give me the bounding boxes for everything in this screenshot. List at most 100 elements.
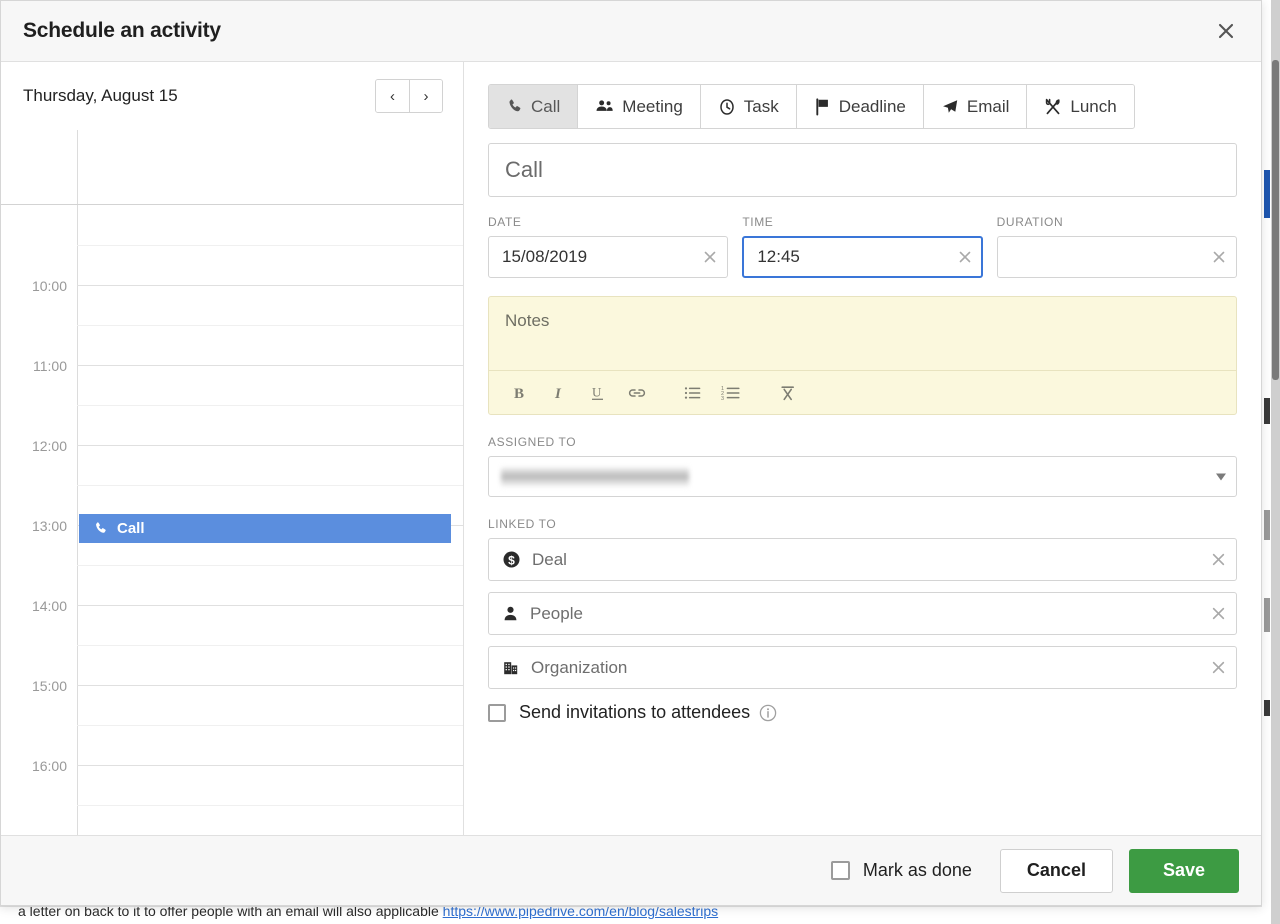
organization-icon [502,659,520,677]
tab-call[interactable]: Call [489,85,578,128]
linked-to-people-row[interactable]: People [488,592,1237,635]
schedule-activity-modal: Schedule an activity Thursday, August 15… [0,0,1262,906]
clear-icon[interactable] [1209,659,1227,677]
calendar-hour-label: 16:00 [1,758,67,774]
calendar-pane: Thursday, August 15 ‹ › [1,62,464,835]
edge-highlight-blue [1264,170,1270,218]
tab-task[interactable]: Task [701,85,797,128]
linked-to-people-placeholder: People [530,604,583,624]
assigned-to-select[interactable] [488,456,1237,497]
clear-icon[interactable] [701,248,719,266]
linked-to-organization-row[interactable]: Organization [488,646,1237,689]
info-icon[interactable] [759,704,777,722]
page-root: a letter on back to it to offer people w… [0,0,1280,924]
mark-as-done-row: Mark as done [818,860,972,881]
clear-format-icon[interactable] [771,378,805,408]
calendar-hour-label: 15:00 [1,678,67,694]
date-label: DATE [488,215,728,229]
phone-icon [93,521,108,536]
calendar-allday-row[interactable] [1,130,463,205]
duration-input[interactable] [997,236,1237,278]
cancel-button[interactable]: Cancel [1000,849,1113,893]
clear-icon[interactable] [1209,605,1227,623]
notes-placeholder[interactable]: Notes [489,297,1236,370]
bold-icon[interactable]: B [503,378,537,408]
svg-text:B: B [514,386,524,402]
edge-mark-4 [1264,700,1270,716]
svg-text:$: $ [508,553,515,567]
close-icon[interactable] [1211,16,1241,46]
tab-label: Meeting [622,97,682,117]
page-right-edge [1262,0,1280,924]
date-input[interactable] [488,236,728,278]
tab-label: Deadline [839,97,906,117]
mark-as-done-checkbox[interactable] [831,861,850,880]
calendar-event-title: Call [117,520,145,537]
calendar-hour-label: 11:00 [1,358,67,374]
linked-to-deal-row[interactable]: $ Deal [488,538,1237,581]
bullet-list-icon[interactable] [676,378,710,408]
modal-header: Schedule an activity [1,1,1261,62]
link-icon[interactable] [620,378,654,408]
assigned-to-label: ASSIGNED TO [488,435,1237,449]
tab-deadline[interactable]: Deadline [797,85,924,128]
italic-icon[interactable]: I [542,378,576,408]
send-icon [941,98,959,116]
notes-editor[interactable]: Notes B I [488,296,1237,415]
linked-to-label: LINKED TO [488,517,1237,531]
chevron-down-icon[interactable] [1216,473,1226,480]
clear-icon[interactable] [956,248,974,266]
tab-label: Call [531,97,560,117]
phone-icon [506,98,523,115]
flag-icon [814,98,831,116]
datetime-field-row: DATE TIME [488,215,1237,278]
linked-to-deal-placeholder: Deal [532,550,567,570]
clear-icon[interactable] [1210,248,1228,266]
send-invitations-checkbox[interactable] [488,704,506,722]
activity-form-pane: Call Meeting [464,62,1261,835]
assigned-to-select-wrap [488,456,1237,497]
people-icon [595,98,614,115]
send-invitations-label: Send invitations to attendees [519,702,750,723]
time-input[interactable] [742,236,982,278]
background-page-text-strip: a letter on back to it to offer people w… [0,906,1262,924]
calendar-hour-label: 12:00 [1,438,67,454]
calendar-hour-label: 13:00 [1,518,67,534]
page-scrollbar-thumb[interactable] [1272,60,1279,380]
calendar-nav: ‹ › [375,79,443,113]
svg-text:I: I [554,386,562,402]
notes-toolbar: B I U [489,370,1236,414]
page-scrollbar-track[interactable] [1271,0,1280,924]
activity-subject-input[interactable] [488,143,1237,197]
numbered-list-icon[interactable]: 1 2 3 [715,378,749,408]
calendar-next-day-button[interactable]: › [409,80,442,112]
background-page-link[interactable]: https://www.pipedrive.com/en/blog/salest… [443,906,718,919]
send-invitations-row: Send invitations to attendees [488,702,1237,723]
activity-type-tabs: Call Meeting [488,84,1135,129]
calendar-prev-day-button[interactable]: ‹ [376,80,409,112]
calendar-event-call[interactable]: Call [79,514,451,543]
tab-label: Task [744,97,779,117]
linked-to-organization-placeholder: Organization [531,658,627,678]
underline-icon[interactable]: U [581,378,615,408]
cutlery-icon [1044,98,1062,116]
calendar-gutter-divider [77,130,78,835]
person-icon [502,605,519,622]
duration-label: DURATION [997,215,1237,229]
edge-mark-3 [1264,598,1270,632]
duration-field-group: DURATION [997,215,1237,278]
svg-text:3: 3 [721,396,724,402]
calendar-hour-label: 10:00 [1,278,67,294]
tab-label: Lunch [1070,97,1116,117]
tab-email[interactable]: Email [924,85,1028,128]
assigned-to-value-redacted [501,467,689,487]
tab-lunch[interactable]: Lunch [1027,85,1133,128]
time-field-group: TIME [742,215,982,278]
tab-meeting[interactable]: Meeting [578,85,700,128]
save-button[interactable]: Save [1129,849,1239,893]
clear-icon[interactable] [1209,551,1227,569]
mark-as-done-label: Mark as done [863,860,972,881]
date-field-group: DATE [488,215,728,278]
calendar-grid[interactable]: 10:00 11:00 12:00 13:00 14:00 15:00 16:0… [1,130,463,835]
background-page-line: a letter on back to it to offer people w… [18,906,718,919]
